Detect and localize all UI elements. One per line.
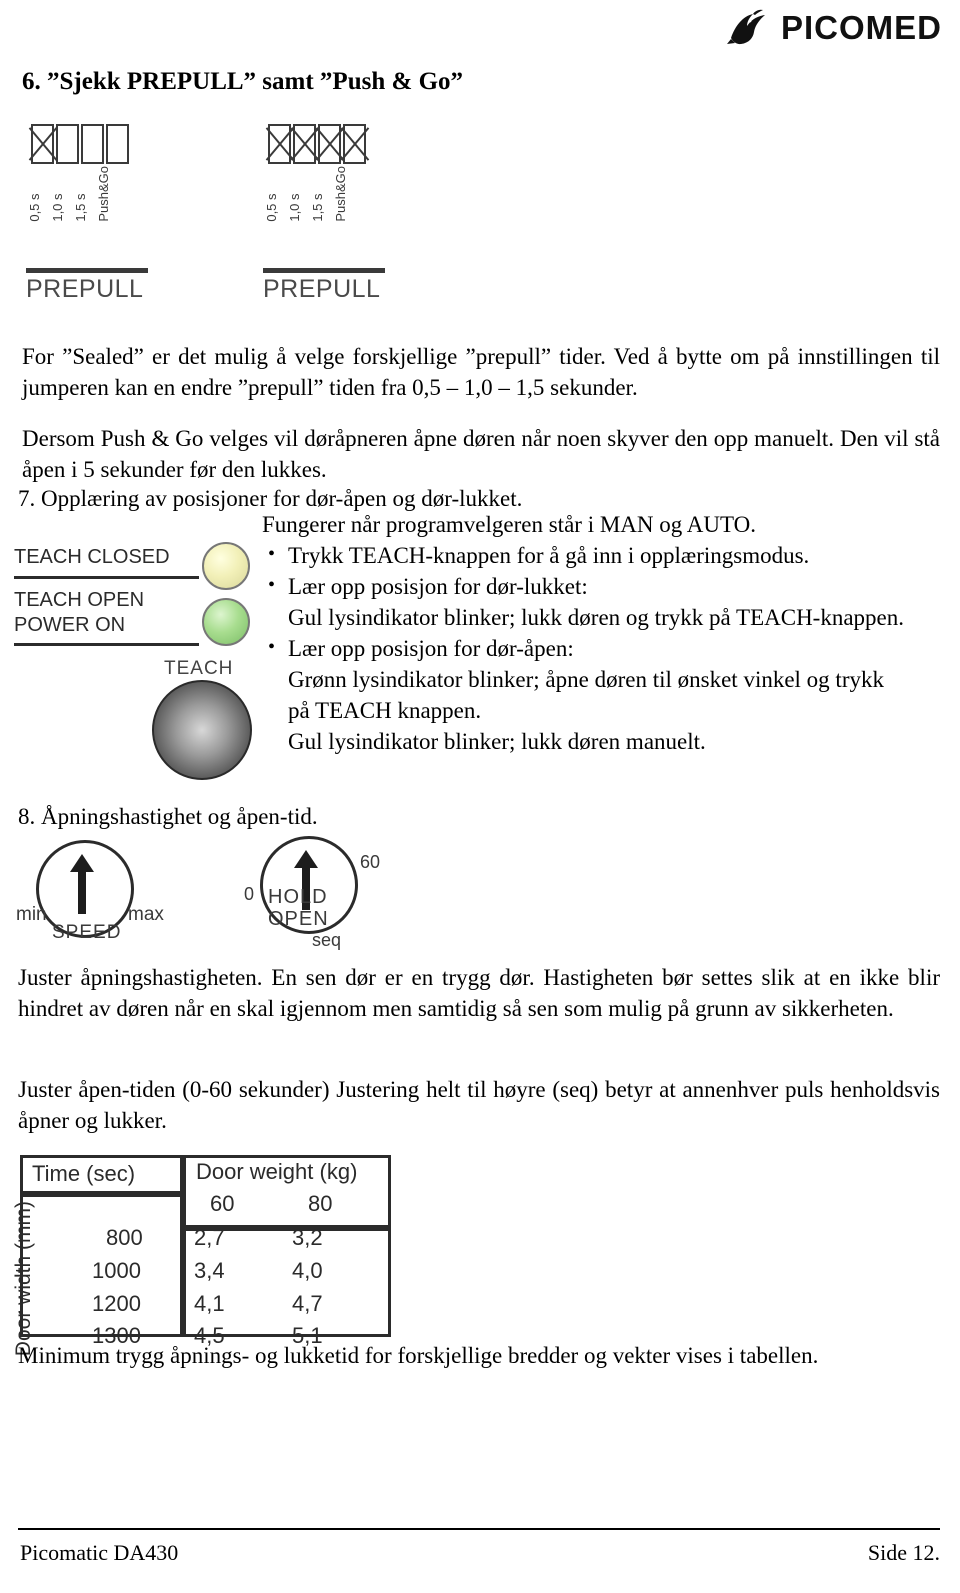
table-weight-group-label: Door weight (kg): [196, 1159, 358, 1184]
dip-label: 0,5 s: [264, 193, 279, 222]
table-row-width: 1200: [92, 1291, 141, 1316]
hold-sixty-label: 60: [360, 852, 381, 872]
bullet-line: Grønn lysindikator blinker; åpne døren t…: [288, 667, 884, 692]
footer-divider: [18, 1528, 940, 1530]
footer-product: Picomatic DA430: [20, 1540, 179, 1565]
list-item: Lær opp posisjon for dør-åpen: Grønn lys…: [262, 632, 940, 757]
paragraph-push-go: Dersom Push & Go velges vil døråpneren å…: [22, 426, 940, 482]
bullet-line: Gul lysindikator blinker; lukk døren og …: [288, 605, 905, 630]
dip-switch: [293, 124, 316, 164]
hold-seq-label: seq: [312, 930, 342, 950]
bird-logo-icon: [726, 9, 765, 45]
list-item: Lær opp posisjon for dør-lukket: Gul lys…: [262, 570, 940, 633]
bullet-line: Lær opp posisjon for dør-åpen:: [288, 636, 574, 661]
bullet-line: Lær opp posisjon for dør-lukket:: [288, 574, 588, 599]
table-cell-80: 4,0: [292, 1258, 323, 1283]
dip-label: 1,5 s: [73, 193, 88, 222]
dip-switch: [318, 124, 341, 164]
teach-panel-illustration: TEACH CLOSED TEACH OPEN POWER ON TEACH: [14, 540, 260, 780]
bullet-line: Trykk TEACH-knappen for å gå inn i opplæ…: [288, 543, 810, 568]
prepull-bar: [26, 268, 148, 273]
footer-page-number: Side 12.: [867, 1540, 940, 1565]
table-cell-80: 4,7: [292, 1291, 323, 1316]
table-row-width: 800: [106, 1225, 143, 1250]
dip-label: 1,0 s: [50, 193, 65, 222]
table-time-label: Time (sec): [32, 1161, 136, 1186]
section-7-instructions: Fungerer når programvelgeren står i MAN …: [262, 509, 940, 757]
dip-switch-labels-b: 0,5 s 1,0 s 1,5 s Push&Go: [264, 166, 354, 222]
table-doorwidth-label: Door width (mm): [12, 1201, 35, 1357]
dip-label: 0,5 s: [27, 193, 42, 222]
teach-closed-label: TEACH CLOSED: [14, 546, 170, 568]
paragraph-sealed: For ”Sealed” er det mulig å velge forskj…: [22, 344, 940, 400]
dip-label: Push&Go: [96, 166, 111, 222]
teach-divider: [14, 643, 199, 646]
teach-button: [152, 680, 252, 780]
up-arrow-icon: [70, 854, 94, 914]
dip-switch: [268, 124, 291, 164]
brand-logo: PICOMED: [725, 8, 942, 48]
table-cell-80: 3,2: [292, 1225, 323, 1250]
dip-label: 1,0 s: [287, 193, 302, 222]
speed-max-label: max: [128, 904, 164, 925]
brand-name: PICOMED: [780, 9, 942, 46]
paragraph-speed: Juster åpningshastigheten. En sen dør er…: [18, 965, 940, 1021]
speed-min-label: min: [16, 904, 47, 925]
table-cell-60: 2,7: [194, 1225, 225, 1250]
green-led-indicator: [202, 598, 250, 646]
bullet-line: på TEACH knappen.: [288, 698, 482, 723]
speed-name-label: SPEED: [52, 922, 122, 943]
section-7-intro: Fungerer når programvelgeren står i MAN …: [262, 512, 756, 537]
section-6-title: 6. ”Sjekk PREPULL” samt ”Push & Go”: [22, 68, 464, 95]
table-weight-60: 60: [210, 1191, 235, 1216]
dip-switch-labels-a: 0,5 s 1,0 s 1,5 s Push&Go: [27, 166, 117, 222]
bullet-line: Gul lysindikator blinker; lukk døren man…: [288, 729, 706, 754]
dip-label: 1,5 s: [310, 193, 325, 222]
prepull-unit-a: 0,5 s 1,0 s 1,5 s Push&Go PREPULL: [18, 118, 193, 318]
dip-switch: [56, 124, 79, 164]
knob-illustrations: min max SPEED 0 60 HOLD OPEN seq: [16, 836, 416, 956]
list-item: Trykk TEACH-knappen for å gå inn i opplæ…: [262, 539, 940, 571]
prepull-label-a: PREPULL: [26, 275, 144, 303]
prepull-diagrams: 0,5 s 1,0 s 1,5 s Push&Go PREPULL 0,5 s …: [18, 118, 418, 318]
dip-switch: [106, 124, 129, 164]
teach-open-label: TEACH OPEN: [14, 589, 145, 611]
teach-divider: [14, 576, 199, 579]
hold-open-label: OPEN: [268, 908, 329, 930]
hold-zero-label: 0: [244, 884, 255, 904]
dip-label: Push&Go: [333, 166, 348, 222]
section-8-heading: 8. Åpningshastighet og åpen-tid.: [18, 804, 318, 829]
prepull-unit-b: 0,5 s 1,0 s 1,5 s Push&Go PREPULL: [255, 118, 430, 318]
table-caption: Minimum trygg åpnings- og lukketid for f…: [18, 1343, 819, 1368]
dip-switch: [31, 124, 54, 164]
paragraph-hold-open: Juster åpen-tiden (0-60 sekunder) Juster…: [18, 1077, 940, 1133]
table-weight-80: 80: [308, 1191, 333, 1216]
hold-name-label: HOLD: [268, 886, 328, 908]
speed-table-illustration: Time (sec) Door weight (kg) 60 80 Door w…: [12, 1155, 392, 1356]
prepull-label-b: PREPULL: [263, 275, 381, 303]
table-cell-60: 4,1: [194, 1291, 225, 1316]
dip-switch-row-a: [31, 124, 129, 164]
power-on-label: POWER ON: [14, 614, 126, 636]
prepull-bar: [263, 268, 385, 273]
dip-switch: [343, 124, 366, 164]
table-row-width: 1000: [92, 1258, 141, 1283]
dip-switch-row-b: [268, 124, 366, 164]
yellow-led-indicator: [202, 542, 250, 590]
teach-button-label: TEACH: [164, 658, 234, 679]
table-cell-60: 3,4: [194, 1258, 225, 1283]
dip-switch: [81, 124, 104, 164]
